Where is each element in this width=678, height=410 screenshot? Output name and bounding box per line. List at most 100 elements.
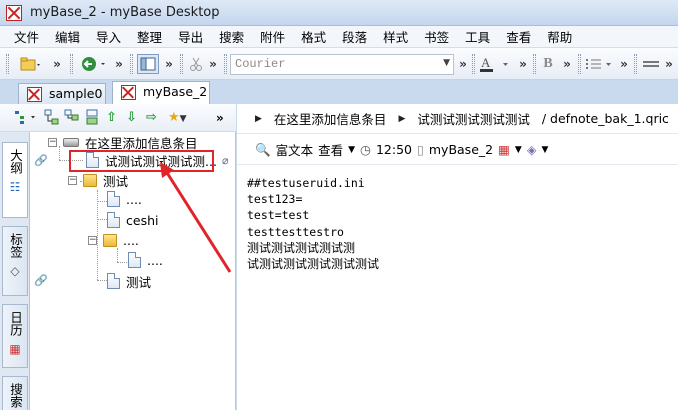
menu-help[interactable]: 帮助: [539, 27, 580, 46]
move-down-button[interactable]: ⇩: [126, 109, 137, 127]
database-label: myBase_2: [428, 142, 494, 157]
breadcrumb-item[interactable]: 在这里添加信息条目: [274, 109, 387, 128]
font-family-combo[interactable]: Courier ▼: [230, 54, 454, 75]
menu-style[interactable]: 样式: [375, 27, 416, 46]
toolbar-grip[interactable]: [130, 54, 133, 74]
view-button[interactable]: 查看: [318, 140, 343, 159]
collapse-toggle[interactable]: −: [48, 137, 57, 147]
magnifier-icon: 🔍: [255, 141, 271, 157]
menu-organize[interactable]: 整理: [129, 27, 170, 46]
side-tab-calendar[interactable]: 日历 ▦: [2, 304, 28, 368]
menu-export[interactable]: 导出: [170, 27, 211, 46]
toolbar-overflow-button[interactable]: »: [516, 55, 530, 73]
breadcrumb-arrow-icon: ▶: [255, 113, 262, 124]
toolbar-grip[interactable]: [533, 54, 536, 74]
time-label: 12:50: [375, 142, 412, 157]
toolbar-grip[interactable]: [180, 54, 183, 74]
side-tab-tags[interactable]: 标签 ◇: [2, 226, 28, 296]
toolbar-overflow-button[interactable]: »: [50, 55, 64, 73]
drive-icon: [63, 137, 79, 147]
menu-attachments[interactable]: 附件: [252, 27, 293, 46]
arrow-right-icon: ⇨: [146, 110, 157, 125]
menu-paragraph[interactable]: 段落: [334, 27, 375, 46]
outline-icon: ☷: [9, 180, 21, 194]
breadcrumb-item[interactable]: 试测试测试测试测试: [417, 109, 530, 128]
back-button[interactable]: [80, 55, 110, 73]
tab-mybase-2[interactable]: myBase_2: [112, 81, 210, 104]
toolbar-grip[interactable]: [224, 54, 227, 74]
chevron-down-icon[interactable]: ▼: [443, 58, 450, 68]
toolbar-overflow-button[interactable]: »: [456, 55, 470, 73]
indent-button[interactable]: ⇨: [146, 109, 157, 127]
menu-bookmarks[interactable]: 书签: [416, 27, 457, 46]
toolbar-overflow-button[interactable]: »: [162, 55, 176, 73]
tree-node-root[interactable]: − 在这里添加信息条目: [48, 132, 198, 152]
document-icon: [107, 212, 120, 228]
toolbar-grip[interactable]: [70, 54, 73, 74]
star-icon: ★: [168, 110, 180, 125]
content-line: test123=: [247, 192, 303, 207]
tree-node-child[interactable]: ....: [107, 189, 142, 209]
outline-view-button[interactable]: [14, 109, 38, 131]
toolbar-overflow-button[interactable]: »: [617, 55, 631, 73]
collapse-toggle[interactable]: −: [88, 235, 97, 245]
arrow-down-icon: ⇩: [126, 110, 137, 125]
info-bar: 🔍 富文本 查看 ▼ ◷ 12:50 ▯ myBase_2 ▦ ▼ ◈ ▼: [237, 135, 678, 165]
font-color-icon: A: [480, 55, 508, 72]
move-up-button[interactable]: ⇧: [106, 109, 117, 127]
tree-node-child[interactable]: 测试: [107, 271, 151, 291]
cut-button[interactable]: [188, 55, 204, 73]
format-label[interactable]: 富文本: [276, 140, 314, 159]
horizontal-rule-button[interactable]: [640, 55, 662, 73]
toolbar-overflow-button[interactable]: »: [662, 55, 676, 73]
menu-tools[interactable]: 工具: [457, 27, 498, 46]
database-icon: [121, 85, 136, 100]
chevron-down-icon[interactable]: ▼: [348, 145, 355, 155]
side-tab-search[interactable]: 搜索 ⚲: [2, 376, 28, 410]
content-line: ##testuseruid.ini: [247, 176, 365, 190]
add-sibling-button[interactable]: [64, 109, 80, 131]
menu-bar: 文件 编辑 导入 整理 导出 搜索 附件 格式 段落 样式 书签 工具 查看 帮…: [0, 26, 678, 48]
layout-toggle-button[interactable]: [137, 54, 159, 74]
tag-icon[interactable]: ◈: [527, 142, 537, 157]
font-color-button[interactable]: A: [478, 55, 514, 73]
tree-node-folder[interactable]: − 测试: [68, 170, 128, 190]
add-child-button[interactable]: [44, 109, 60, 131]
bold-button[interactable]: B: [540, 55, 556, 73]
tree-node-subfolder[interactable]: − ....: [88, 230, 139, 250]
breadcrumb: ▶ 在这里添加信息条目 ▶ 试测试测试测试测试 / defnote_bak_1.…: [237, 104, 678, 134]
favorite-button[interactable]: ★▼: [168, 109, 187, 128]
chevron-down-icon[interactable]: ▼: [541, 145, 548, 155]
menu-file[interactable]: 文件: [6, 27, 47, 46]
list-button[interactable]: [585, 55, 615, 73]
menu-edit[interactable]: 编辑: [47, 27, 88, 46]
toolbar-overflow-button[interactable]: »: [560, 55, 574, 73]
content-line: testtesttestro: [247, 224, 344, 239]
svg-text:A: A: [481, 55, 491, 70]
toolbar-grip[interactable]: [472, 54, 475, 74]
menu-search[interactable]: 搜索: [211, 27, 252, 46]
side-tab-outline[interactable]: 大纲 ☷: [2, 142, 28, 218]
menu-import[interactable]: 导入: [88, 27, 129, 46]
collapse-toggle[interactable]: −: [68, 175, 77, 185]
main-toolbar: » » » » Courier ▼ » A » B » » »: [0, 48, 678, 80]
toolbar-grip[interactable]: [634, 54, 637, 74]
toolbar-grip[interactable]: [6, 54, 9, 74]
toolbar-overflow-button[interactable]: »: [112, 55, 126, 73]
calendar-icon[interactable]: ▦: [498, 142, 510, 157]
document-tab-bar: sample0 myBase_2: [0, 80, 678, 104]
chevron-down-icon[interactable]: ▼: [515, 145, 522, 155]
menu-view[interactable]: 查看: [498, 27, 539, 46]
note-content-editor[interactable]: ##testuseruid.ini test123= test=test tes…: [237, 166, 678, 410]
tab-sample0[interactable]: sample0: [18, 83, 106, 104]
open-file-button[interactable]: [18, 55, 44, 73]
toolbar-overflow-button[interactable]: »: [206, 55, 220, 73]
menu-format[interactable]: 格式: [293, 27, 334, 46]
tree-node-label: ....: [123, 232, 139, 248]
outline-toolbar-overflow-button[interactable]: »: [216, 109, 224, 127]
outline-toolbar: ⇧ ⇩ ⇨ ★▼ »: [0, 104, 236, 132]
add-info-button[interactable]: [84, 109, 100, 131]
font-family-value: Courier: [235, 57, 286, 71]
database-icon: [27, 87, 42, 102]
toolbar-grip[interactable]: [578, 54, 581, 74]
